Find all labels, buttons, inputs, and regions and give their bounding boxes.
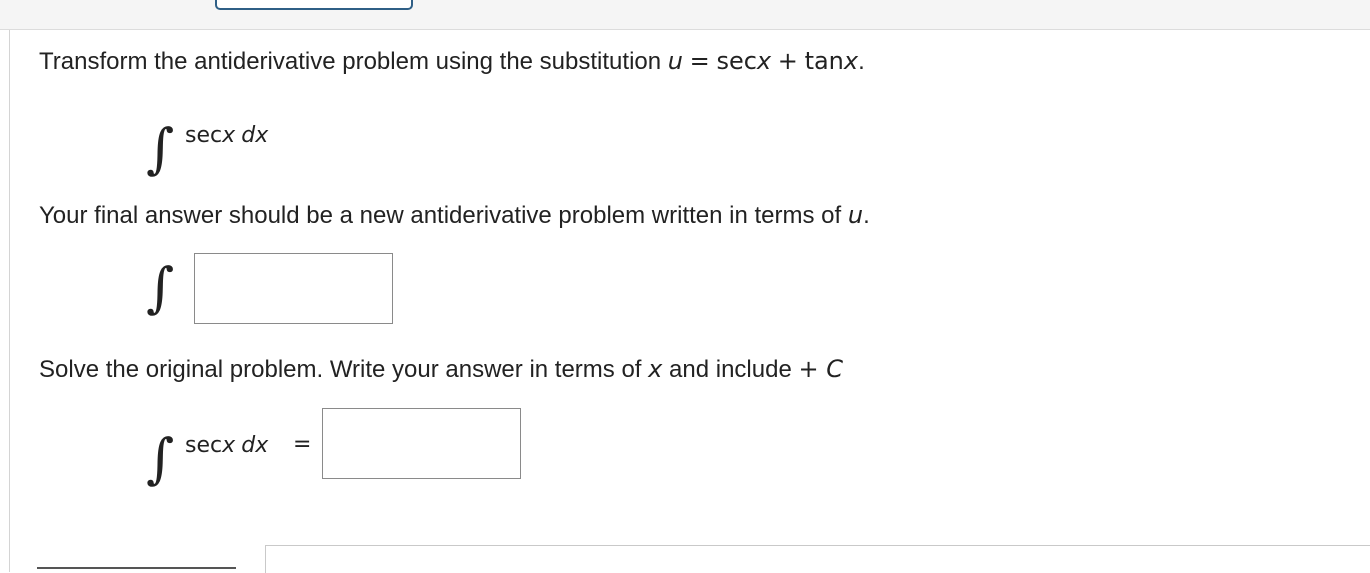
integral-symbol-1: ∫: [146, 117, 175, 180]
integral-3-func: sec: [185, 433, 223, 458]
integral-3-equals: =: [293, 432, 312, 457]
bottom-left-button-edge[interactable]: [37, 567, 236, 569]
substitution-sec: sec: [716, 47, 757, 75]
integral-1-dx: dx: [241, 123, 269, 148]
problem-statement: Transform the antiderivative problem usi…: [39, 47, 865, 76]
solve-constant-c: + C: [798, 355, 843, 383]
integral-1-func: sec: [185, 123, 223, 148]
substitution-period: .: [858, 48, 865, 75]
substitution-x1: x: [756, 47, 772, 75]
integral-symbol-2: ∫: [146, 256, 175, 319]
substitution-x2: x: [843, 47, 859, 75]
substitution-plus: +: [777, 47, 798, 75]
substitution-var-u: u: [667, 47, 683, 75]
instruction-var-u: u: [847, 201, 864, 229]
instruction-period: .: [863, 202, 870, 229]
solve-instruction-line: Solve the original problem. Write your a…: [39, 355, 843, 384]
left-divider: [9, 30, 10, 572]
instruction-text: Your final answer should be a new antide…: [39, 202, 842, 229]
integral-3-dx: dx: [241, 433, 269, 458]
substitution-equals: =: [689, 47, 710, 75]
integral-3-var: x: [222, 433, 236, 458]
integral-3-expression: secx dx: [185, 432, 268, 459]
original-integral-answer-input[interactable]: [322, 408, 521, 479]
integral-symbol-3: ∫: [146, 427, 175, 490]
bottom-panel: [265, 545, 1370, 573]
solve-text: Solve the original problem. Write your a…: [39, 356, 642, 383]
top-tab-button[interactable]: [215, 0, 413, 10]
transformed-integral-answer-input[interactable]: [194, 253, 393, 324]
integral-1-var: x: [222, 123, 236, 148]
problem-intro-text: Transform the antiderivative problem usi…: [39, 48, 662, 75]
substitution-tan: tan: [804, 47, 844, 75]
top-bar: [0, 0, 1370, 30]
instruction-text-line: Your final answer should be a new antide…: [39, 201, 870, 230]
solve-text-2: and include: [669, 356, 792, 383]
solve-var-x: x: [648, 355, 663, 383]
integral-1-expression: secx dx: [185, 122, 268, 149]
